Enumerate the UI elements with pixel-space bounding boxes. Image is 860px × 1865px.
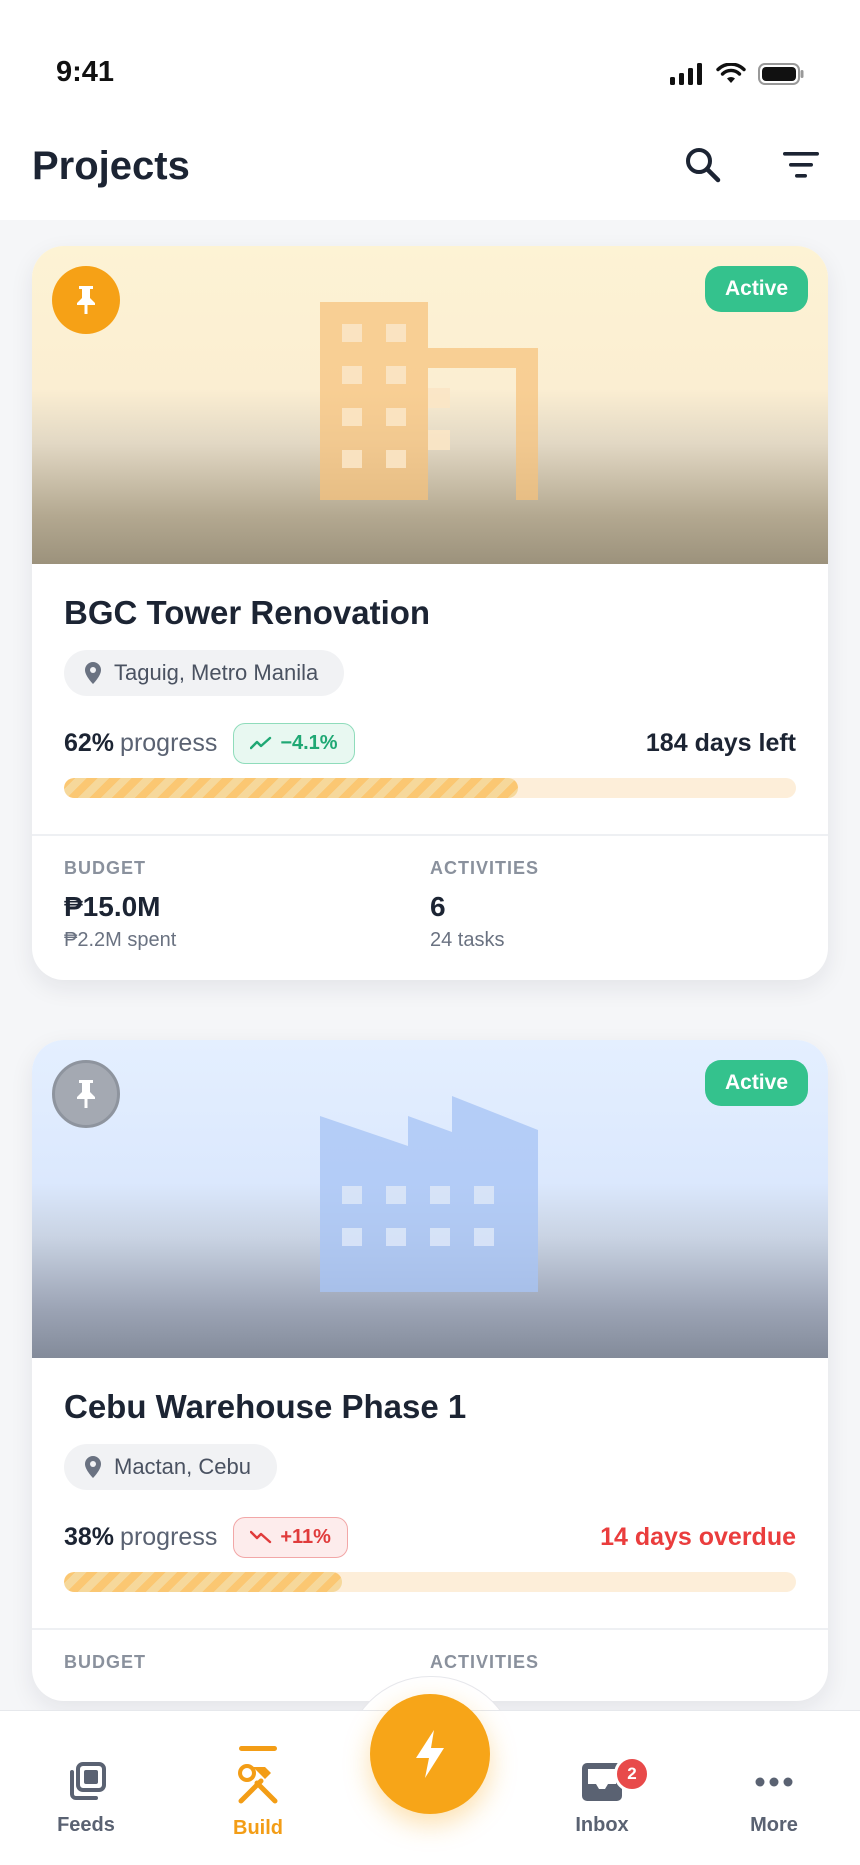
- project-title: Cebu Warehouse Phase 1: [64, 1388, 467, 1425]
- factory-icon: [320, 1096, 538, 1292]
- app-header: Projects: [0, 110, 860, 220]
- nav-item-more[interactable]: More: [714, 1760, 834, 1837]
- budget-label: BUDGET: [64, 858, 146, 878]
- lightning-icon: [416, 1730, 444, 1778]
- project-hero-image: Active: [32, 1040, 828, 1358]
- pin-icon: [77, 286, 95, 314]
- progress-bar: [64, 778, 796, 798]
- nav-label: More: [750, 1814, 798, 1836]
- build-icon: [238, 1764, 278, 1804]
- location-chip: Taguig, Metro Manila: [64, 650, 345, 696]
- project-card[interactable]: Active Cebu Warehouse Phase 1 Mactan, Ce…: [32, 1040, 828, 1701]
- project-title: BGC Tower Renovation: [64, 594, 431, 631]
- days-overdue: 14 days overdue: [600, 1522, 796, 1551]
- pin-icon: [77, 1080, 95, 1108]
- activities-stat: ACTIVITIES: [430, 1652, 796, 1673]
- active-indicator: [239, 1746, 277, 1751]
- location-label: Mactan, Cebu: [114, 1454, 251, 1479]
- feeds-icon: [70, 1762, 106, 1800]
- quick-action-button[interactable]: [370, 1694, 490, 1814]
- status-time: 9:41: [56, 56, 115, 88]
- activities-tasks: 24 tasks: [430, 929, 505, 951]
- inbox-badge: 2: [614, 1756, 650, 1792]
- pin-toggle[interactable]: [52, 266, 120, 334]
- pin-toggle[interactable]: [52, 1060, 120, 1128]
- status-bar: 9:41: [0, 0, 860, 110]
- nav-item-build[interactable]: Build: [198, 1746, 318, 1840]
- nav-label: Inbox: [575, 1814, 629, 1836]
- status-badge: Active: [704, 266, 808, 312]
- office-building-icon: [320, 302, 538, 500]
- trend-down-icon: [250, 1530, 272, 1544]
- nav-label: Build: [233, 1817, 283, 1839]
- location-chip: Mactan, Cebu: [64, 1444, 277, 1490]
- budget-spent: ₱2.2M spent: [64, 929, 177, 951]
- progress-bar: [64, 1572, 796, 1592]
- search-icon: [686, 148, 721, 183]
- location-pin-icon: [85, 1456, 101, 1478]
- trend-value: −4.1%: [280, 731, 338, 754]
- wifi-icon: [716, 63, 746, 83]
- location-pin-icon: [85, 662, 101, 684]
- location-label: Taguig, Metro Manila: [114, 660, 319, 685]
- progress-row: 38% progress +11% 14 days overdue: [64, 1514, 796, 1560]
- project-hero-image: Active: [32, 246, 828, 564]
- progress-percent: 38%: [64, 1522, 115, 1551]
- battery-icon: [758, 63, 804, 85]
- cellular-signal-icon: [670, 63, 702, 85]
- budget-stat: BUDGET ₱15.0M ₱2.2M spent: [64, 858, 430, 952]
- progress-percent: 62%: [64, 728, 115, 757]
- progress-label: progress: [120, 728, 218, 757]
- stats-row: BUDGET ₱15.0M ₱2.2M spent ACTIVITIES 6 2…: [64, 836, 796, 980]
- page-title: Projects: [32, 144, 190, 188]
- activities-label: ACTIVITIES: [430, 858, 540, 878]
- trend-badge: −4.1%: [233, 722, 355, 764]
- project-list: Active BGC Tower Renovation Taguig, Metr…: [0, 220, 860, 1710]
- search-button[interactable]: [678, 140, 728, 190]
- status-badge: Active: [704, 1060, 808, 1106]
- trend-up-icon: [250, 736, 272, 750]
- status-icons: [670, 62, 804, 86]
- budget-label: BUDGET: [64, 1652, 146, 1672]
- progress-bar-fill: [64, 778, 518, 798]
- filter-icon: [783, 152, 819, 178]
- trend-value: +11%: [280, 1525, 331, 1548]
- nav-item-feeds[interactable]: Feeds: [26, 1760, 146, 1837]
- days-left: 184 days left: [645, 728, 796, 757]
- project-card[interactable]: Active BGC Tower Renovation Taguig, Metr…: [32, 246, 828, 980]
- progress-row: 62% progress −4.1% 184 days left: [64, 720, 796, 766]
- progress-label: progress: [120, 1522, 218, 1551]
- progress-bar-fill: [64, 1572, 343, 1592]
- budget-value: ₱15.0M: [64, 891, 161, 922]
- more-icon: [755, 1777, 793, 1787]
- activities-label: ACTIVITIES: [430, 1652, 540, 1672]
- budget-stat: BUDGET: [64, 1652, 430, 1673]
- filter-button[interactable]: [776, 140, 826, 190]
- nav-label: Feeds: [57, 1814, 115, 1836]
- trend-badge: +11%: [233, 1516, 348, 1558]
- activities-stat: ACTIVITIES 6 24 tasks: [430, 858, 796, 952]
- activities-value: 6: [430, 891, 446, 922]
